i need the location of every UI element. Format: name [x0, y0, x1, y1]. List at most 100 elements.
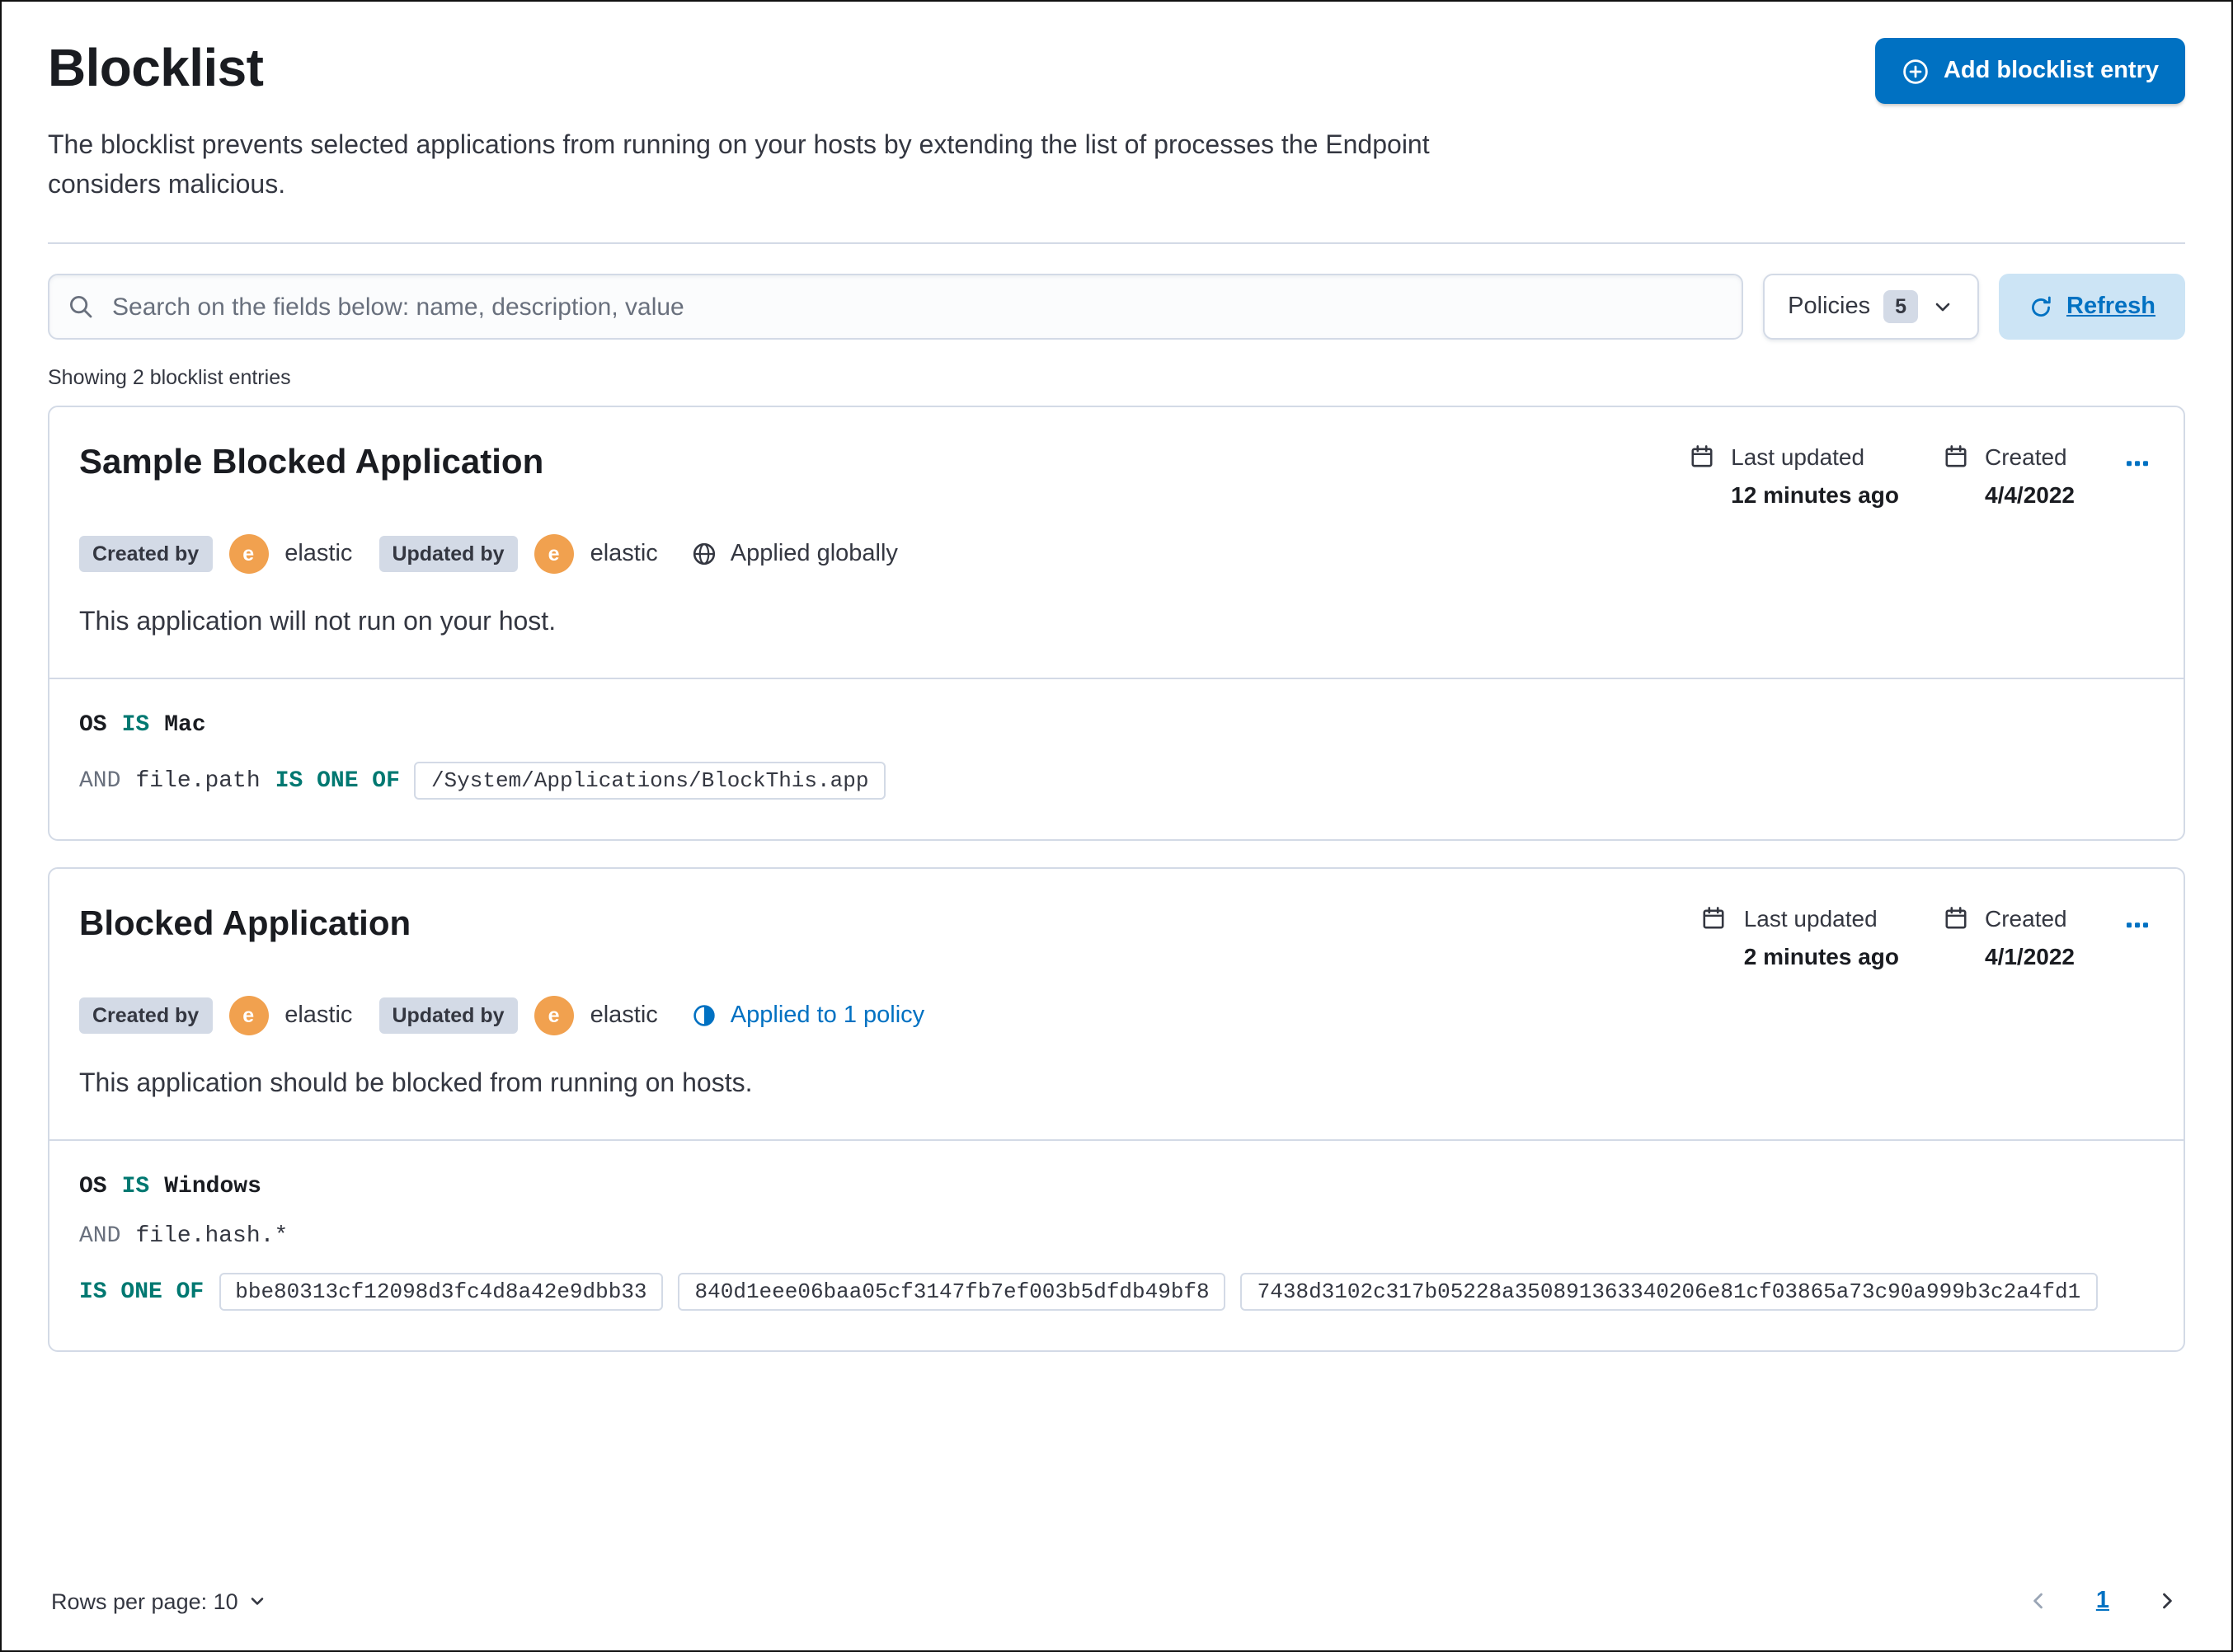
entry-attribution-row: Created by e elastic Updated by e elasti… — [79, 534, 2154, 574]
entry-actions-button[interactable] — [2121, 444, 2154, 483]
criteria-value-box: /System/Applications/BlockThis.app — [414, 762, 886, 800]
created-group: Created 4/4/2022 — [1942, 444, 2075, 508]
criteria-value: Windows — [164, 1174, 261, 1200]
table-footer: Rows per page: 10 1 — [48, 1551, 2185, 1621]
created-by-badge: Created by — [79, 536, 213, 572]
last-updated-label: Last updated — [1731, 444, 1865, 470]
condition-prefix: AND — [79, 767, 121, 794]
add-blocklist-entry-button[interactable]: Add blocklist entry — [1875, 38, 2185, 104]
chevron-right-icon — [2155, 1589, 2179, 1612]
blocklist-entry-card: Blocked Application Last updated 2 minut… — [48, 867, 2185, 1352]
entry-meta: Last updated 12 minutes ago Created 4/4/… — [1688, 440, 2154, 508]
entry-title: Sample Blocked Application — [79, 444, 544, 481]
applied-policy-link[interactable]: Applied to 1 policy — [691, 1002, 924, 1029]
entries-count-text: Showing 2 blocklist entries — [48, 366, 291, 389]
created-label: Created — [1985, 444, 2067, 470]
plus-in-circle-icon — [1902, 57, 1930, 85]
next-page-button[interactable] — [2149, 1583, 2185, 1619]
updated-by-badge: Updated by — [378, 997, 518, 1034]
criteria-operator: IS ONE OF — [275, 767, 400, 794]
created-by-user: elastic — [284, 1002, 353, 1029]
criteria-operator: IS ONE OF — [79, 1279, 204, 1305]
entry-title: Blocked Application — [79, 905, 411, 943]
rows-per-page-button[interactable]: Rows per page: 10 — [48, 1582, 271, 1620]
avatar: e — [228, 534, 269, 574]
avatar: e — [534, 996, 574, 1035]
policies-count-badge: 5 — [1883, 290, 1918, 323]
updated-by-user: elastic — [590, 1002, 658, 1029]
prev-page-button[interactable] — [2020, 1583, 2057, 1619]
created-by-badge: Created by — [79, 997, 213, 1034]
page-description: The blocklist prevents selected applicat… — [48, 132, 1430, 199]
criteria-value-box: bbe80313cf12098d3fc4d8a42e9dbb33 — [219, 1273, 664, 1311]
criteria-row: AND file.path IS ONE OF /System/Applicat… — [79, 762, 2154, 800]
last-updated-label: Last updated — [1743, 905, 1878, 932]
page-header: Blocklist Add blocklist entry — [48, 38, 2185, 104]
avatar: e — [534, 534, 574, 574]
chevron-left-icon — [2027, 1589, 2050, 1612]
calendar-icon — [1688, 444, 1714, 508]
created-by-user: elastic — [284, 541, 353, 567]
page-number-button[interactable]: 1 — [2090, 1581, 2116, 1621]
updated-by-user: elastic — [590, 541, 658, 567]
criteria-field: file.hash.* — [135, 1223, 289, 1250]
created-label: Created — [1985, 905, 2067, 932]
criteria-value-box: 7438d3102c317b05228a350891363340206e81cf… — [1240, 1273, 2098, 1311]
criteria-operator: IS — [121, 1174, 150, 1200]
last-updated-value: 12 minutes ago — [1731, 481, 1899, 508]
last-updated-value: 2 minutes ago — [1743, 943, 1899, 969]
search-icon — [68, 293, 94, 320]
toolbar: Policies 5 Refresh — [48, 274, 2185, 340]
created-value: 4/1/2022 — [1985, 943, 2075, 969]
avatar: e — [228, 996, 269, 1035]
created-group: Created 4/1/2022 — [1942, 905, 2075, 969]
criteria-row: OS IS Windows — [79, 1174, 2154, 1200]
boxes-horizontal-icon — [2124, 450, 2151, 476]
calendar-icon — [1701, 905, 1728, 969]
entry-meta: Last updated 2 minutes ago Created 4/1/2… — [1701, 902, 2154, 969]
criteria-field: OS — [79, 1174, 107, 1200]
criteria-row: IS ONE OF bbe80313cf12098d3fc4d8a42e9dbb… — [79, 1273, 2154, 1311]
criteria-value-box: 840d1eee06baa05cf3147fb7ef003b5dfdb49bf8 — [678, 1273, 1226, 1311]
current-page-number: 1 — [2095, 1588, 2109, 1614]
criteria-field: OS — [79, 712, 107, 739]
refresh-label: Refresh — [2066, 293, 2155, 320]
criteria-row: OS IS Mac — [79, 712, 2154, 739]
chevron-down-icon — [248, 1591, 268, 1611]
criteria-row: AND file.hash.* — [79, 1223, 2154, 1250]
pagination: 1 — [2020, 1581, 2185, 1621]
boxes-horizontal-icon — [2124, 912, 2151, 938]
policies-filter-button[interactable]: Policies 5 — [1763, 274, 1979, 340]
entry-header-section: Blocked Application Last updated 2 minut… — [49, 869, 2184, 1139]
policy-applied-icon — [691, 1002, 717, 1029]
last-updated-group: Last updated 2 minutes ago — [1701, 905, 1899, 969]
calendar-icon — [1942, 444, 1968, 508]
entry-description: This application should be blocked from … — [79, 1070, 753, 1098]
policies-filter-label: Policies — [1788, 293, 1871, 320]
criteria-section: OS IS Windows AND file.hash.* IS ONE OF … — [49, 1139, 2184, 1350]
applied-globally: Applied globally — [691, 541, 898, 567]
criteria-section: OS IS Mac AND file.path IS ONE OF /Syste… — [49, 678, 2184, 839]
refresh-icon — [2029, 294, 2053, 319]
applied-globally-text: Applied globally — [730, 541, 898, 567]
criteria-operator: IS — [121, 712, 150, 739]
criteria-value: Mac — [164, 712, 206, 739]
header-divider — [48, 242, 2185, 244]
blocklist-entry-card: Sample Blocked Application Last updated — [48, 406, 2185, 841]
last-updated-group: Last updated 12 minutes ago — [1688, 444, 1899, 508]
entry-header-section: Sample Blocked Application Last updated — [49, 407, 2184, 678]
entry-description: This application will not run on your ho… — [79, 608, 557, 636]
rows-per-page-label: Rows per page: 10 — [51, 1589, 238, 1613]
entry-actions-button[interactable] — [2121, 905, 2154, 945]
condition-prefix: AND — [79, 1223, 121, 1250]
calendar-icon — [1942, 905, 1968, 969]
entry-attribution-row: Created by e elastic Updated by e elasti… — [79, 996, 2154, 1035]
refresh-button[interactable]: Refresh — [1999, 274, 2185, 340]
globe-icon — [691, 541, 717, 567]
applied-policy-text: Applied to 1 policy — [730, 1002, 925, 1029]
add-blocklist-entry-label: Add blocklist entry — [1943, 58, 2159, 84]
chevron-down-icon — [1931, 295, 1954, 318]
criteria-field: file.path — [135, 767, 261, 794]
search-input[interactable] — [48, 274, 1744, 340]
blocklist-page: Blocklist Add blocklist entry The blockl… — [0, 0, 2233, 1652]
